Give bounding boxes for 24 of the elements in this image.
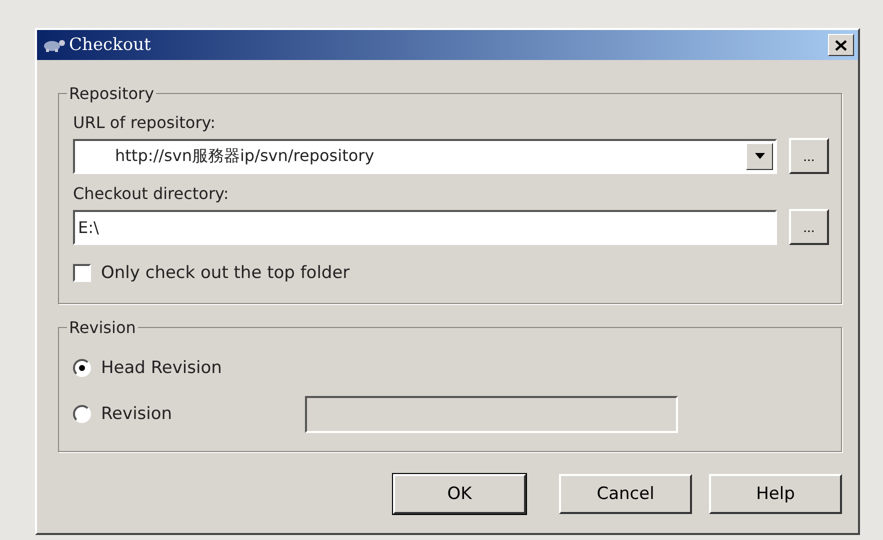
browse-button[interactable]: ... — [789, 138, 829, 174]
field-label: Checkout directory: — [73, 184, 230, 203]
directory-field[interactable]: E:\ — [73, 210, 777, 244]
group-title: Repository — [68, 84, 156, 103]
turtle-icon — [41, 37, 67, 53]
close-button[interactable] — [828, 34, 854, 56]
down-triangle-icon — [754, 153, 764, 159]
revision-field[interactable] — [305, 396, 678, 432]
dialog-button[interactable]: Cancel — [559, 474, 692, 514]
checkbox[interactable] — [73, 264, 91, 282]
window-title: Checkout — [69, 35, 152, 55]
dialog-button[interactable]: Help — [709, 474, 842, 514]
close-icon — [835, 40, 847, 50]
browse-button[interactable]: ... — [789, 209, 829, 245]
radio-label[interactable]: Revision — [101, 404, 172, 424]
group-title: Revision — [68, 318, 137, 337]
radio-label[interactable]: Head Revision — [101, 358, 222, 378]
radio-button[interactable] — [73, 359, 91, 377]
radio-button[interactable] — [73, 405, 91, 423]
url-combo-box[interactable]: http://svn服務器ip/svn/repository — [73, 138, 777, 174]
field-label: URL of repository: — [73, 113, 216, 132]
dialog-button[interactable]: OK — [393, 474, 526, 514]
checkbox-label[interactable]: Only check out the top folder — [101, 263, 350, 283]
dropdown-button[interactable] — [746, 142, 773, 170]
